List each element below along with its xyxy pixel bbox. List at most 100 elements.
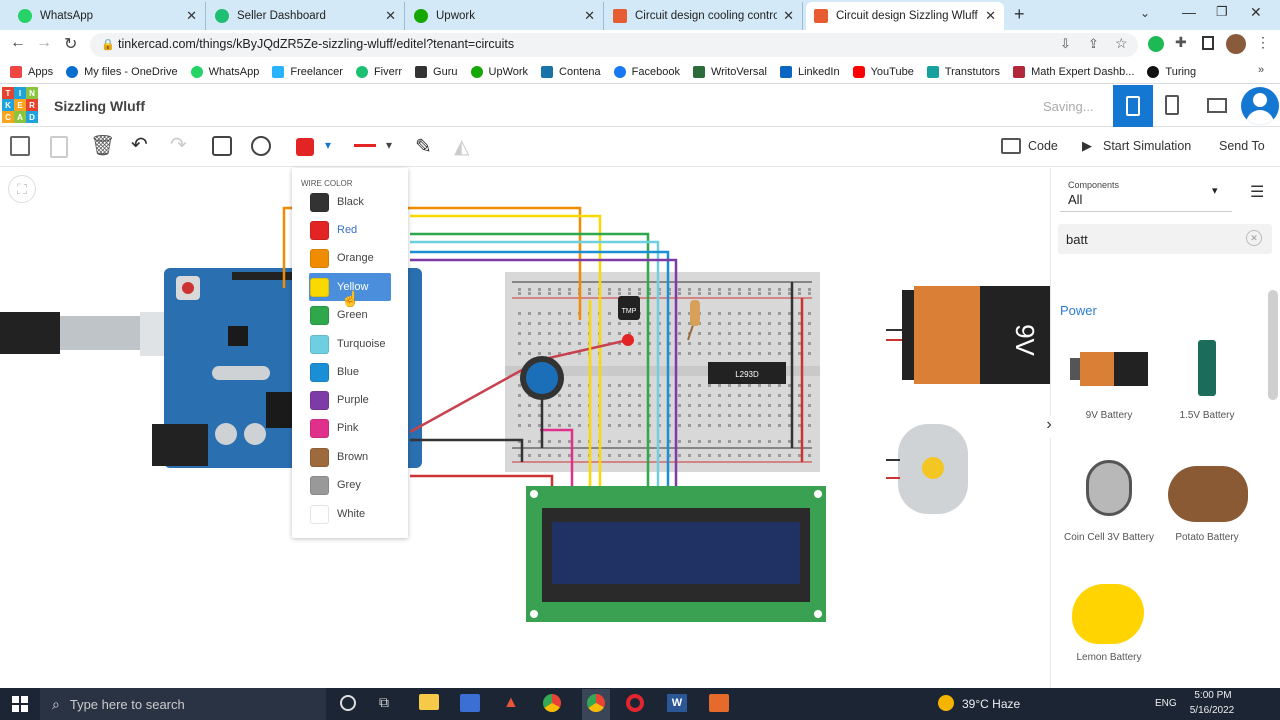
circuit-view-button[interactable] — [1113, 85, 1153, 127]
play-icon[interactable]: ▶ — [1082, 138, 1092, 154]
wire-color-swatch[interactable] — [296, 138, 314, 156]
app-icon[interactable] — [460, 694, 480, 712]
panel-scrollbar[interactable] — [1268, 290, 1278, 400]
star-icon[interactable]: ☆ — [1115, 35, 1128, 52]
bookmark-guru[interactable]: Guru — [415, 65, 458, 78]
component-list-icon[interactable] — [1207, 98, 1227, 113]
send-to-button[interactable]: Send To — [1219, 139, 1265, 153]
close-icon[interactable]: ✕ — [186, 8, 197, 24]
close-icon[interactable]: ✕ — [985, 8, 996, 24]
browser-tab-sizzling[interactable]: Circuit design Sizzling Wluff | Tin ✕ — [806, 2, 1004, 30]
battery-body[interactable] — [914, 286, 986, 384]
component-9v-battery[interactable] — [1070, 350, 1150, 388]
window-close-button[interactable]: ✕ — [1250, 4, 1262, 21]
back-icon[interactable]: ← — [10, 34, 26, 52]
url-text[interactable]: tinkercad.com/things/kByJQdZR5Ze-sizzlin… — [118, 37, 514, 51]
component-coin-cell[interactable] — [1086, 460, 1132, 516]
browser-tab-whatsapp[interactable]: WhatsApp ✕ — [10, 2, 206, 30]
chevron-down-icon[interactable]: ▾ — [325, 138, 331, 152]
bookmark-whatsapp[interactable]: WhatsApp — [190, 65, 259, 78]
bookmark-contena[interactable]: Contena — [541, 65, 601, 78]
wire-color-brown[interactable]: Brown — [310, 445, 390, 469]
wire-color-purple[interactable]: Purple — [310, 388, 390, 412]
undo-icon[interactable]: ↶ — [131, 132, 148, 157]
wire-color-blue[interactable]: Blue — [310, 360, 390, 384]
chrome-icon[interactable] — [543, 694, 561, 712]
wire-endpoint[interactable] — [622, 334, 634, 346]
wire-color-turquoise[interactable]: Turquoise — [310, 332, 390, 356]
design-title[interactable]: Sizzling Wluff — [54, 98, 145, 114]
bookmark-transtutors[interactable]: Transtutors — [926, 65, 1000, 78]
weather-text[interactable]: 39°C Haze — [962, 697, 1020, 711]
code-button[interactable]: Code — [1028, 139, 1058, 153]
collapse-panel-icon[interactable]: › — [1040, 416, 1058, 438]
component-1-5v-battery[interactable] — [1198, 340, 1216, 396]
close-icon[interactable]: ✕ — [783, 8, 794, 24]
wire-type-swatch[interactable] — [354, 144, 376, 147]
minimize-button[interactable]: — — [1182, 4, 1196, 20]
schematic-view-icon[interactable] — [1165, 95, 1179, 115]
sidepanel-icon[interactable] — [1202, 36, 1214, 50]
notes-icon[interactable] — [212, 136, 232, 156]
wire-color-orange[interactable]: Orange — [310, 246, 390, 270]
browser-menu-icon[interactable]: ⋮ — [1256, 34, 1270, 51]
opera-icon[interactable] — [626, 694, 644, 712]
extension-grammarly-icon[interactable] — [1148, 36, 1164, 52]
profile-avatar[interactable] — [1226, 34, 1246, 54]
wire-color-white[interactable]: White — [310, 502, 390, 526]
bookmark-onedrive[interactable]: My files - OneDrive — [66, 65, 178, 78]
components-search-input[interactable]: batt ✕ — [1058, 224, 1272, 254]
bookmark-linkedin[interactable]: LinkedIn — [780, 65, 840, 78]
matlab-icon[interactable]: ▲ — [503, 694, 519, 712]
paste-icon[interactable] — [50, 136, 68, 158]
wire-color-pink[interactable]: Pink — [310, 416, 390, 440]
taskbar-search[interactable]: ⌕ Type here to search — [40, 688, 326, 720]
start-simulation-button[interactable]: Start Simulation — [1103, 139, 1191, 153]
browser-tab-seller[interactable]: Seller Dashboard ✕ — [207, 2, 405, 30]
bookmark-freelancer[interactable]: Freelancer — [272, 65, 343, 78]
tinkercad-logo[interactable]: T I N K E R C A D — [2, 87, 38, 123]
resistor[interactable] — [690, 300, 700, 326]
wire-color-black[interactable]: Black — [310, 190, 390, 214]
bookmarks-overflow-icon[interactable]: » — [1258, 64, 1264, 76]
windows-start-icon[interactable] — [12, 696, 28, 712]
task-view-icon[interactable]: ⧉ — [379, 694, 389, 711]
chevron-down-icon[interactable]: ▾ — [386, 138, 392, 152]
bookmark-apps[interactable]: Apps — [10, 65, 53, 78]
bookmark-math-expert[interactable]: Math Expert Dashb... — [1013, 65, 1134, 78]
close-icon[interactable]: ✕ — [385, 8, 396, 24]
bookmark-turing[interactable]: Turing — [1147, 65, 1196, 78]
component-lemon-battery[interactable] — [1072, 584, 1144, 644]
copy-icon[interactable] — [10, 136, 30, 156]
language-indicator[interactable]: ENG — [1155, 698, 1177, 709]
bookmark-fiverr[interactable]: Fiverr — [355, 65, 402, 78]
clear-search-icon[interactable]: ✕ — [1246, 230, 1262, 246]
clock-time[interactable]: 5:00 PM — [1188, 690, 1238, 701]
notes-toggle-icon[interactable] — [251, 136, 271, 156]
wire-color-red[interactable]: Red — [310, 218, 390, 242]
tab-search-icon[interactable]: ⌄ — [1140, 6, 1150, 20]
maximize-button[interactable]: ❐ — [1216, 4, 1228, 20]
components-filter[interactable]: Components All ▾ — [1060, 172, 1232, 212]
word-icon[interactable]: W — [667, 694, 687, 712]
clock-date[interactable]: 5/16/2022 — [1182, 705, 1242, 716]
browser-tab-upwork[interactable]: Upwork ✕ — [406, 2, 604, 30]
close-icon[interactable]: ✕ — [584, 8, 595, 24]
file-explorer-icon[interactable] — [419, 694, 439, 710]
wire-color-grey[interactable]: Grey — [310, 473, 390, 497]
new-tab-button[interactable]: + — [1014, 4, 1025, 25]
lock-icon[interactable]: 🔒 — [101, 38, 115, 51]
browser-tab-cooling[interactable]: Circuit design cooling control | Ti ✕ — [605, 2, 803, 30]
reload-icon[interactable]: ↻ — [64, 34, 77, 54]
forward-icon[interactable]: → — [36, 34, 52, 52]
bookmark-facebook[interactable]: Facebook — [613, 65, 680, 78]
redo-icon[interactable]: ↷ — [170, 132, 187, 157]
wire-tool-icon[interactable]: ✎ — [415, 134, 432, 159]
delete-icon[interactable]: 🗑 — [90, 133, 115, 158]
presentation-icon[interactable] — [709, 694, 729, 712]
flip-icon[interactable]: ◭ — [454, 134, 469, 159]
install-icon[interactable]: ⇩ — [1060, 36, 1071, 52]
bookmark-youtube[interactable]: YouTube — [852, 65, 914, 78]
extensions-icon[interactable]: ✚ — [1175, 34, 1187, 51]
share-icon[interactable]: ⇪ — [1088, 36, 1099, 52]
